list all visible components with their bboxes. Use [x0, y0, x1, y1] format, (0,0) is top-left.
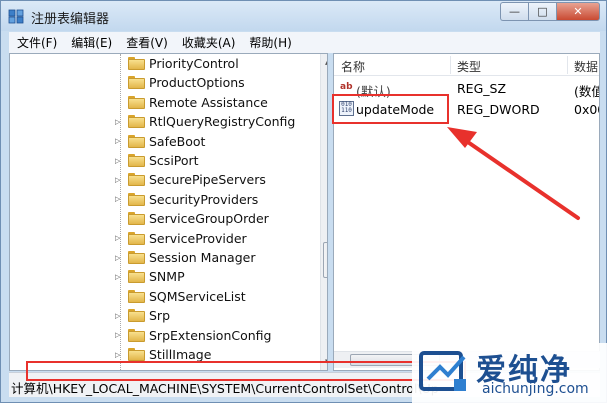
value-type: REG_DWORD [457, 102, 540, 117]
folder-icon [128, 328, 145, 342]
title-bar[interactable]: 注册表编辑器 — □ ✕ [1, 1, 606, 31]
value-type: REG_SZ [457, 81, 507, 96]
expand-arrow-icon[interactable]: ▷ [115, 312, 125, 320]
menu-file[interactable]: 文件(F) [9, 34, 63, 51]
minimize-icon: — [509, 5, 520, 18]
folder-icon [128, 270, 145, 284]
folder-icon [128, 192, 145, 206]
menu-favorites[interactable]: 收藏夹(A) [174, 34, 242, 51]
folder-icon [128, 134, 145, 148]
minimize-button[interactable]: — [500, 2, 528, 21]
tree-item[interactable]: ▷ SafeBoot [10, 132, 310, 151]
watermark-url: aichunjing.com [482, 381, 589, 397]
tree-item-label: SafeBoot [149, 133, 206, 149]
tree-item-label: ServiceProvider [149, 230, 247, 246]
tree-item[interactable]: ▷ SrpExtensionConfig [10, 326, 310, 345]
expand-arrow-icon[interactable]: ▷ [115, 195, 125, 203]
folder-icon [128, 231, 145, 245]
maximize-button[interactable]: □ [528, 2, 556, 21]
close-icon: ✕ [573, 5, 583, 18]
tree-item-label: ProductOptions [149, 75, 245, 91]
tree-item[interactable]: ProductOptions [10, 73, 310, 92]
tree-item-label: SecurePipeServers [149, 172, 266, 188]
folder-icon [128, 115, 145, 129]
value-data: 0x00 [574, 102, 599, 117]
tree-item[interactable]: ▷ RtlQueryRegistryConfig [10, 112, 310, 131]
tree-item[interactable]: ▷ Session Manager [10, 248, 310, 267]
expand-arrow-icon[interactable]: ▷ [115, 157, 125, 165]
folder-icon [128, 289, 145, 303]
expand-arrow-icon[interactable]: ▷ [115, 331, 125, 339]
folder-icon [128, 154, 145, 167]
registry-app-icon [8, 9, 24, 24]
expand-arrow-icon[interactable]: ▷ [115, 273, 125, 281]
tree-item-label: SQMServiceList [149, 288, 246, 304]
tree-item-label: Remote Assistance [149, 94, 268, 110]
tree-item-label: SNMP [149, 269, 185, 285]
tree-item[interactable]: ServiceGroupOrder [10, 209, 310, 228]
tree-vertical-scrollbar[interactable]: ▲ ▼ [320, 54, 327, 370]
column-divider[interactable] [567, 56, 568, 74]
tree-item-label: SrpExtensionConfig [149, 327, 272, 343]
tree-item[interactable]: PriorityControl [10, 54, 310, 73]
close-button[interactable]: ✕ [556, 2, 600, 21]
column-header-data[interactable]: 数据 [574, 58, 598, 75]
folder-icon [128, 57, 145, 70]
tree-item[interactable]: ▷ SNMP [10, 267, 310, 286]
column-divider[interactable] [450, 56, 451, 74]
tree-item-label: StillImage [149, 347, 212, 362]
tree-item-label: Session Manager [149, 250, 256, 265]
tree-scroll-thumb[interactable] [323, 242, 327, 278]
tree-item-label: ServiceGroupOrder [149, 211, 269, 227]
tree-item-label: SecurityProviders [149, 191, 259, 207]
expand-arrow-icon[interactable]: ▷ [115, 234, 125, 242]
tree-item-label: Srp [149, 308, 171, 324]
folder-icon [128, 173, 145, 187]
folder-icon [128, 309, 145, 323]
folder-icon [128, 251, 145, 264]
menu-help[interactable]: 帮助(H) [241, 34, 297, 51]
tree-item[interactable]: Remote Assistance [10, 93, 310, 112]
menu-edit[interactable]: 编辑(E) [63, 34, 118, 51]
string-value-icon: ab [340, 82, 353, 92]
maximize-icon: □ [537, 5, 548, 18]
folder-icon [128, 348, 145, 361]
annotation-box-path [26, 361, 466, 381]
tree-item[interactable]: ▷ ServiceProvider [10, 229, 310, 248]
folder-icon [128, 95, 145, 109]
expand-arrow-icon[interactable]: ▷ [115, 137, 125, 145]
column-header-type[interactable]: 类型 [457, 58, 481, 75]
tree-item-label: RtlQueryRegistryConfig [149, 114, 296, 130]
window-controls: — □ ✕ [500, 2, 600, 21]
expand-arrow-icon[interactable]: ▷ [115, 351, 125, 359]
expand-arrow-icon[interactable]: ▷ [115, 118, 125, 126]
tree-item-label: PriorityControl [149, 56, 239, 71]
window-title: 注册表编辑器 [31, 12, 110, 27]
tree-item[interactable]: ▷ SecurePipeServers [10, 170, 310, 189]
column-header-name[interactable]: 名称 [341, 58, 365, 75]
menu-bar: 文件(F) 编辑(E) 查看(V) 收藏夹(A) 帮助(H) [9, 32, 600, 53]
registry-key-tree[interactable]: PriorityControl ProductOptions Remote Assi… [9, 53, 328, 371]
tree-item[interactable]: SQMServiceList [10, 287, 310, 306]
list-header: 名称 类型 数据 [334, 54, 599, 76]
tree-item[interactable]: ▷ ScsiPort [10, 151, 310, 170]
expand-arrow-icon[interactable]: ▷ [115, 176, 125, 184]
menu-view[interactable]: 查看(V) [118, 34, 174, 51]
brand-logo-icon [419, 351, 466, 391]
value-data: (数值 [574, 84, 599, 99]
tree-item-label: ScsiPort [149, 153, 199, 168]
tree-item[interactable]: ▷ Srp [10, 306, 310, 325]
folder-icon [128, 76, 145, 90]
annotation-box-updatemode [332, 94, 449, 124]
tree-item[interactable]: ▷ SecurityProviders [10, 190, 310, 209]
watermark: 爱纯净 aichunjing.com [412, 343, 607, 403]
scroll-up-icon[interactable]: ▲ [325, 58, 327, 66]
expand-arrow-icon[interactable]: ▷ [115, 254, 125, 262]
folder-icon [128, 212, 145, 226]
